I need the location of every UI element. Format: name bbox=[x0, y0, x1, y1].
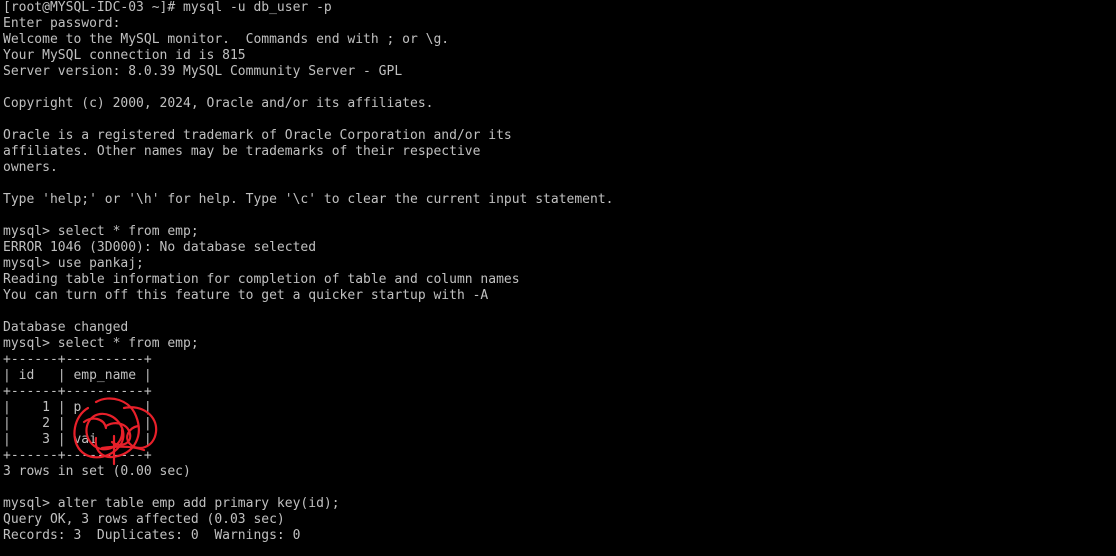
terminal-line: mysql> select * from emp; bbox=[3, 224, 199, 239]
terminal-line: ERROR 1046 (3D000): No database selected bbox=[3, 240, 317, 255]
terminal-line: Copyright (c) 2000, 2024, Oracle and/or … bbox=[3, 96, 434, 111]
terminal-line: Reading table information for completion… bbox=[3, 272, 520, 287]
table-row: | 3 | vai | bbox=[3, 432, 152, 447]
terminal-line: mysql> use pankaj; bbox=[3, 256, 144, 271]
terminal-line: Server version: 8.0.39 MySQL Community S… bbox=[3, 64, 403, 79]
terminal-line: mysql> alter table emp add primary key(i… bbox=[3, 496, 340, 511]
terminal-line: 3 rows in set (0.00 sec) bbox=[3, 464, 191, 479]
terminal-line: Database changed bbox=[3, 320, 129, 335]
terminal-output: [root@MYSQL-IDC-03 ~]# mysql -u db_user … bbox=[3, 0, 1116, 544]
terminal-line: owners. bbox=[3, 160, 58, 175]
terminal-line: Your MySQL connection id is 815 bbox=[3, 48, 246, 63]
terminal-line: Enter password: bbox=[3, 16, 121, 31]
terminal-line: You can turn off this feature to get a q… bbox=[3, 288, 489, 303]
terminal-line: Records: 3 Duplicates: 0 Warnings: 0 bbox=[3, 528, 301, 543]
table-border: +------+----------+ bbox=[3, 384, 152, 399]
terminal-line: Welcome to the MySQL monitor. Commands e… bbox=[3, 32, 450, 47]
terminal-line: affiliates. Other names may be trademark… bbox=[3, 144, 481, 159]
terminal-line: mysql> select * from emp; bbox=[3, 336, 199, 351]
terminal-window[interactable]: [root@MYSQL-IDC-03 ~]# mysql -u db_user … bbox=[0, 0, 1116, 556]
table-row: | 1 | p | bbox=[3, 400, 152, 415]
terminal-line: [root@MYSQL-IDC-03 ~]# mysql -u db_user … bbox=[3, 0, 332, 15]
table-row: | 2 | | bbox=[3, 416, 152, 431]
terminal-line: Query OK, 3 rows affected (0.03 sec) bbox=[3, 512, 285, 527]
table-border: +------+----------+ bbox=[3, 352, 152, 367]
terminal-line: Oracle is a registered trademark of Orac… bbox=[3, 128, 512, 143]
table-header: | id | emp_name | bbox=[3, 368, 152, 383]
terminal-line: Type 'help;' or '\h' for help. Type '\c'… bbox=[3, 192, 614, 207]
table-border: +------+----------+ bbox=[3, 448, 152, 463]
